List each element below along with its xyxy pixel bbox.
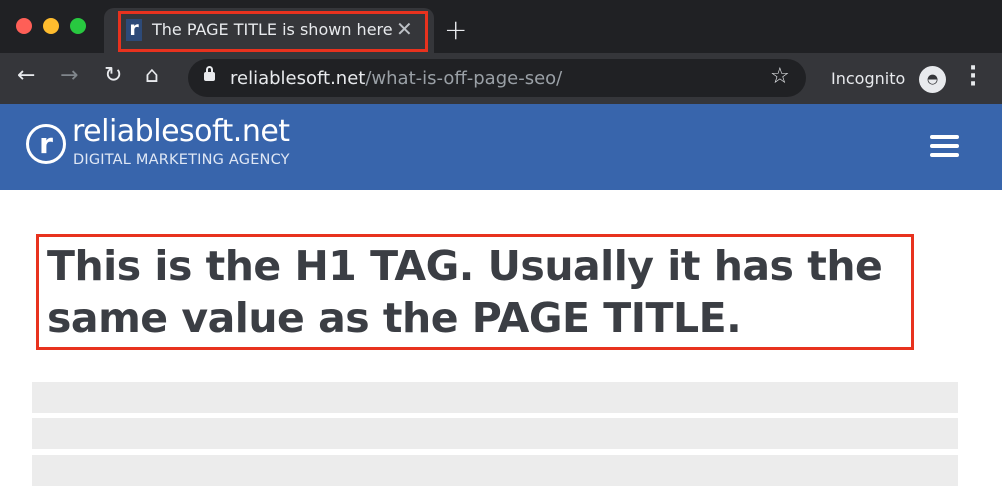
- maximize-window-button[interactable]: [70, 18, 86, 34]
- close-window-button[interactable]: [16, 18, 32, 34]
- new-tab-button[interactable]: +: [444, 13, 467, 46]
- menu-icon[interactable]: · · ·: [968, 58, 978, 96]
- url-text[interactable]: reliablesoft.net/what-is-off-page-seo/: [230, 68, 562, 89]
- site-tagline: DIGITAL MARKETING AGENCY: [73, 152, 290, 168]
- tab-bar: r The PAGE TITLE is shown here ✕ +: [0, 0, 1002, 53]
- content-placeholder: [32, 455, 958, 486]
- logo-icon[interactable]: r: [26, 124, 66, 164]
- home-icon[interactable]: ⌂: [145, 63, 159, 88]
- forward-icon[interactable]: →: [60, 63, 78, 88]
- hamburger-menu-icon[interactable]: [930, 135, 959, 162]
- back-icon[interactable]: ←: [17, 63, 35, 88]
- tab-title-highlight: [118, 11, 428, 52]
- url-path: /what-is-off-page-seo/: [365, 68, 563, 89]
- url-domain: reliablesoft.net: [230, 68, 366, 89]
- lock-icon[interactable]: [204, 66, 215, 81]
- h1-highlight: [36, 234, 914, 350]
- minimize-window-button[interactable]: [43, 18, 59, 34]
- browser-toolbar: ← → ↻ ⌂ reliablesoft.net/what-is-off-pag…: [0, 53, 1002, 104]
- site-brand[interactable]: reliablesoft.net: [72, 114, 290, 149]
- incognito-icon[interactable]: ◓: [919, 66, 946, 93]
- site-header: r reliablesoft.net DIGITAL MARKETING AGE…: [0, 104, 1002, 190]
- star-icon[interactable]: ☆: [770, 64, 790, 89]
- content-placeholder: [32, 418, 958, 449]
- incognito-label: Incognito: [831, 69, 906, 88]
- reload-icon[interactable]: ↻: [104, 63, 122, 88]
- content-placeholder: [32, 382, 958, 413]
